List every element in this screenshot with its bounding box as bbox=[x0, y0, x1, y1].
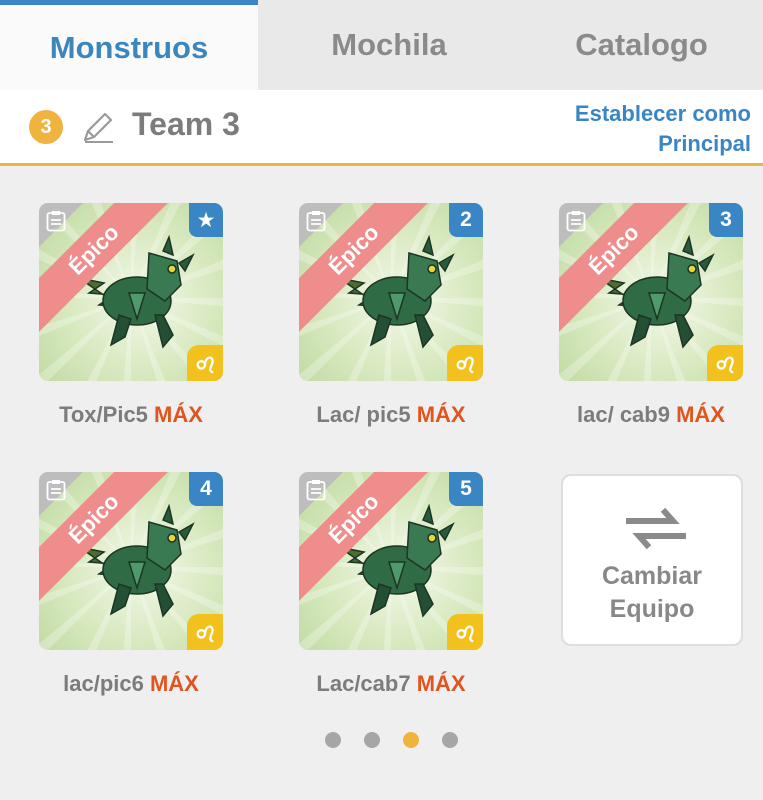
monster-level: MÁX bbox=[416, 671, 466, 696]
element-badge bbox=[707, 345, 743, 381]
monster-name: Lac/cab7 bbox=[316, 671, 411, 696]
monster-card[interactable]: Épico 4 bbox=[39, 472, 223, 650]
monster-card[interactable]: Épico 3 bbox=[559, 203, 743, 381]
set-main-line1: Establecer como bbox=[574, 101, 751, 126]
set-main-line2: Principal bbox=[658, 131, 751, 156]
monster-name: lac/ cab9 bbox=[577, 402, 670, 427]
slot-badge: ★ bbox=[189, 203, 223, 237]
monster-name: Tox/Pic5 bbox=[59, 402, 148, 427]
page-dot[interactable] bbox=[325, 732, 341, 748]
tab-catalogo[interactable]: Catalogo bbox=[520, 0, 763, 90]
info-card-icon[interactable] bbox=[306, 210, 326, 232]
team-number-badge: 3 bbox=[29, 110, 63, 144]
team-name[interactable]: Team 3 bbox=[132, 106, 240, 143]
monster-card[interactable]: Épico ★ bbox=[39, 203, 223, 381]
info-card-icon[interactable] bbox=[306, 479, 326, 501]
slot-badge: 5 bbox=[449, 472, 483, 506]
monster-caption: Tox/Pic5 MÁX bbox=[16, 402, 246, 428]
info-card-icon[interactable] bbox=[46, 479, 66, 501]
slot-badge: 2 bbox=[449, 203, 483, 237]
monster-level: MÁX bbox=[676, 402, 725, 427]
swap-team-label: Cambiar Equipo bbox=[563, 560, 741, 626]
monster-level: MÁX bbox=[149, 671, 199, 696]
element-badge bbox=[187, 614, 223, 650]
monster-caption: Lac/ pic5 MÁX bbox=[276, 402, 506, 428]
monster-name: Lac/ pic5 bbox=[316, 402, 411, 427]
monster-caption: lac/ cab9 MÁX bbox=[536, 402, 763, 428]
leo-element-icon bbox=[456, 625, 474, 643]
element-badge bbox=[447, 345, 483, 381]
info-card-icon[interactable] bbox=[566, 210, 586, 232]
page-dot[interactable] bbox=[403, 732, 419, 748]
page-dot[interactable] bbox=[442, 732, 458, 748]
leo-element-icon bbox=[196, 356, 214, 374]
pencil-icon[interactable] bbox=[80, 109, 116, 145]
leo-element-icon bbox=[456, 356, 474, 374]
monster-card[interactable]: Épico 5 bbox=[299, 472, 483, 650]
swap-line1: Cambiar bbox=[601, 562, 703, 590]
monster-caption: lac/pic6 MÁX bbox=[16, 671, 246, 697]
team-header: 3 Team 3 Establecer como Principal bbox=[0, 90, 763, 166]
info-card-icon[interactable] bbox=[46, 210, 66, 232]
element-badge bbox=[447, 614, 483, 650]
swap-team-button[interactable]: Cambiar Equipo bbox=[561, 474, 743, 646]
swap-line2: Equipo bbox=[609, 595, 695, 623]
monster-name: lac/pic6 bbox=[63, 671, 144, 696]
monster-level: MÁX bbox=[416, 402, 466, 427]
leo-element-icon bbox=[716, 356, 734, 374]
tab-bar: Monstruos Mochila Catalogo bbox=[0, 0, 763, 90]
slot-badge: 4 bbox=[189, 472, 223, 506]
tab-mochila[interactable]: Mochila bbox=[258, 0, 520, 90]
leo-element-icon bbox=[196, 625, 214, 643]
monster-card[interactable]: Épico 2 bbox=[299, 203, 483, 381]
tab-monstruos[interactable]: Monstruos bbox=[0, 0, 258, 90]
slot-badge: 3 bbox=[709, 203, 743, 237]
element-badge bbox=[187, 345, 223, 381]
page-dot[interactable] bbox=[364, 732, 380, 748]
monster-level: MÁX bbox=[154, 402, 203, 427]
set-as-main-link[interactable]: Establecer como Principal bbox=[575, 99, 751, 159]
monster-caption: Lac/cab7 MÁX bbox=[276, 671, 506, 697]
swap-arrows-icon bbox=[626, 507, 686, 550]
